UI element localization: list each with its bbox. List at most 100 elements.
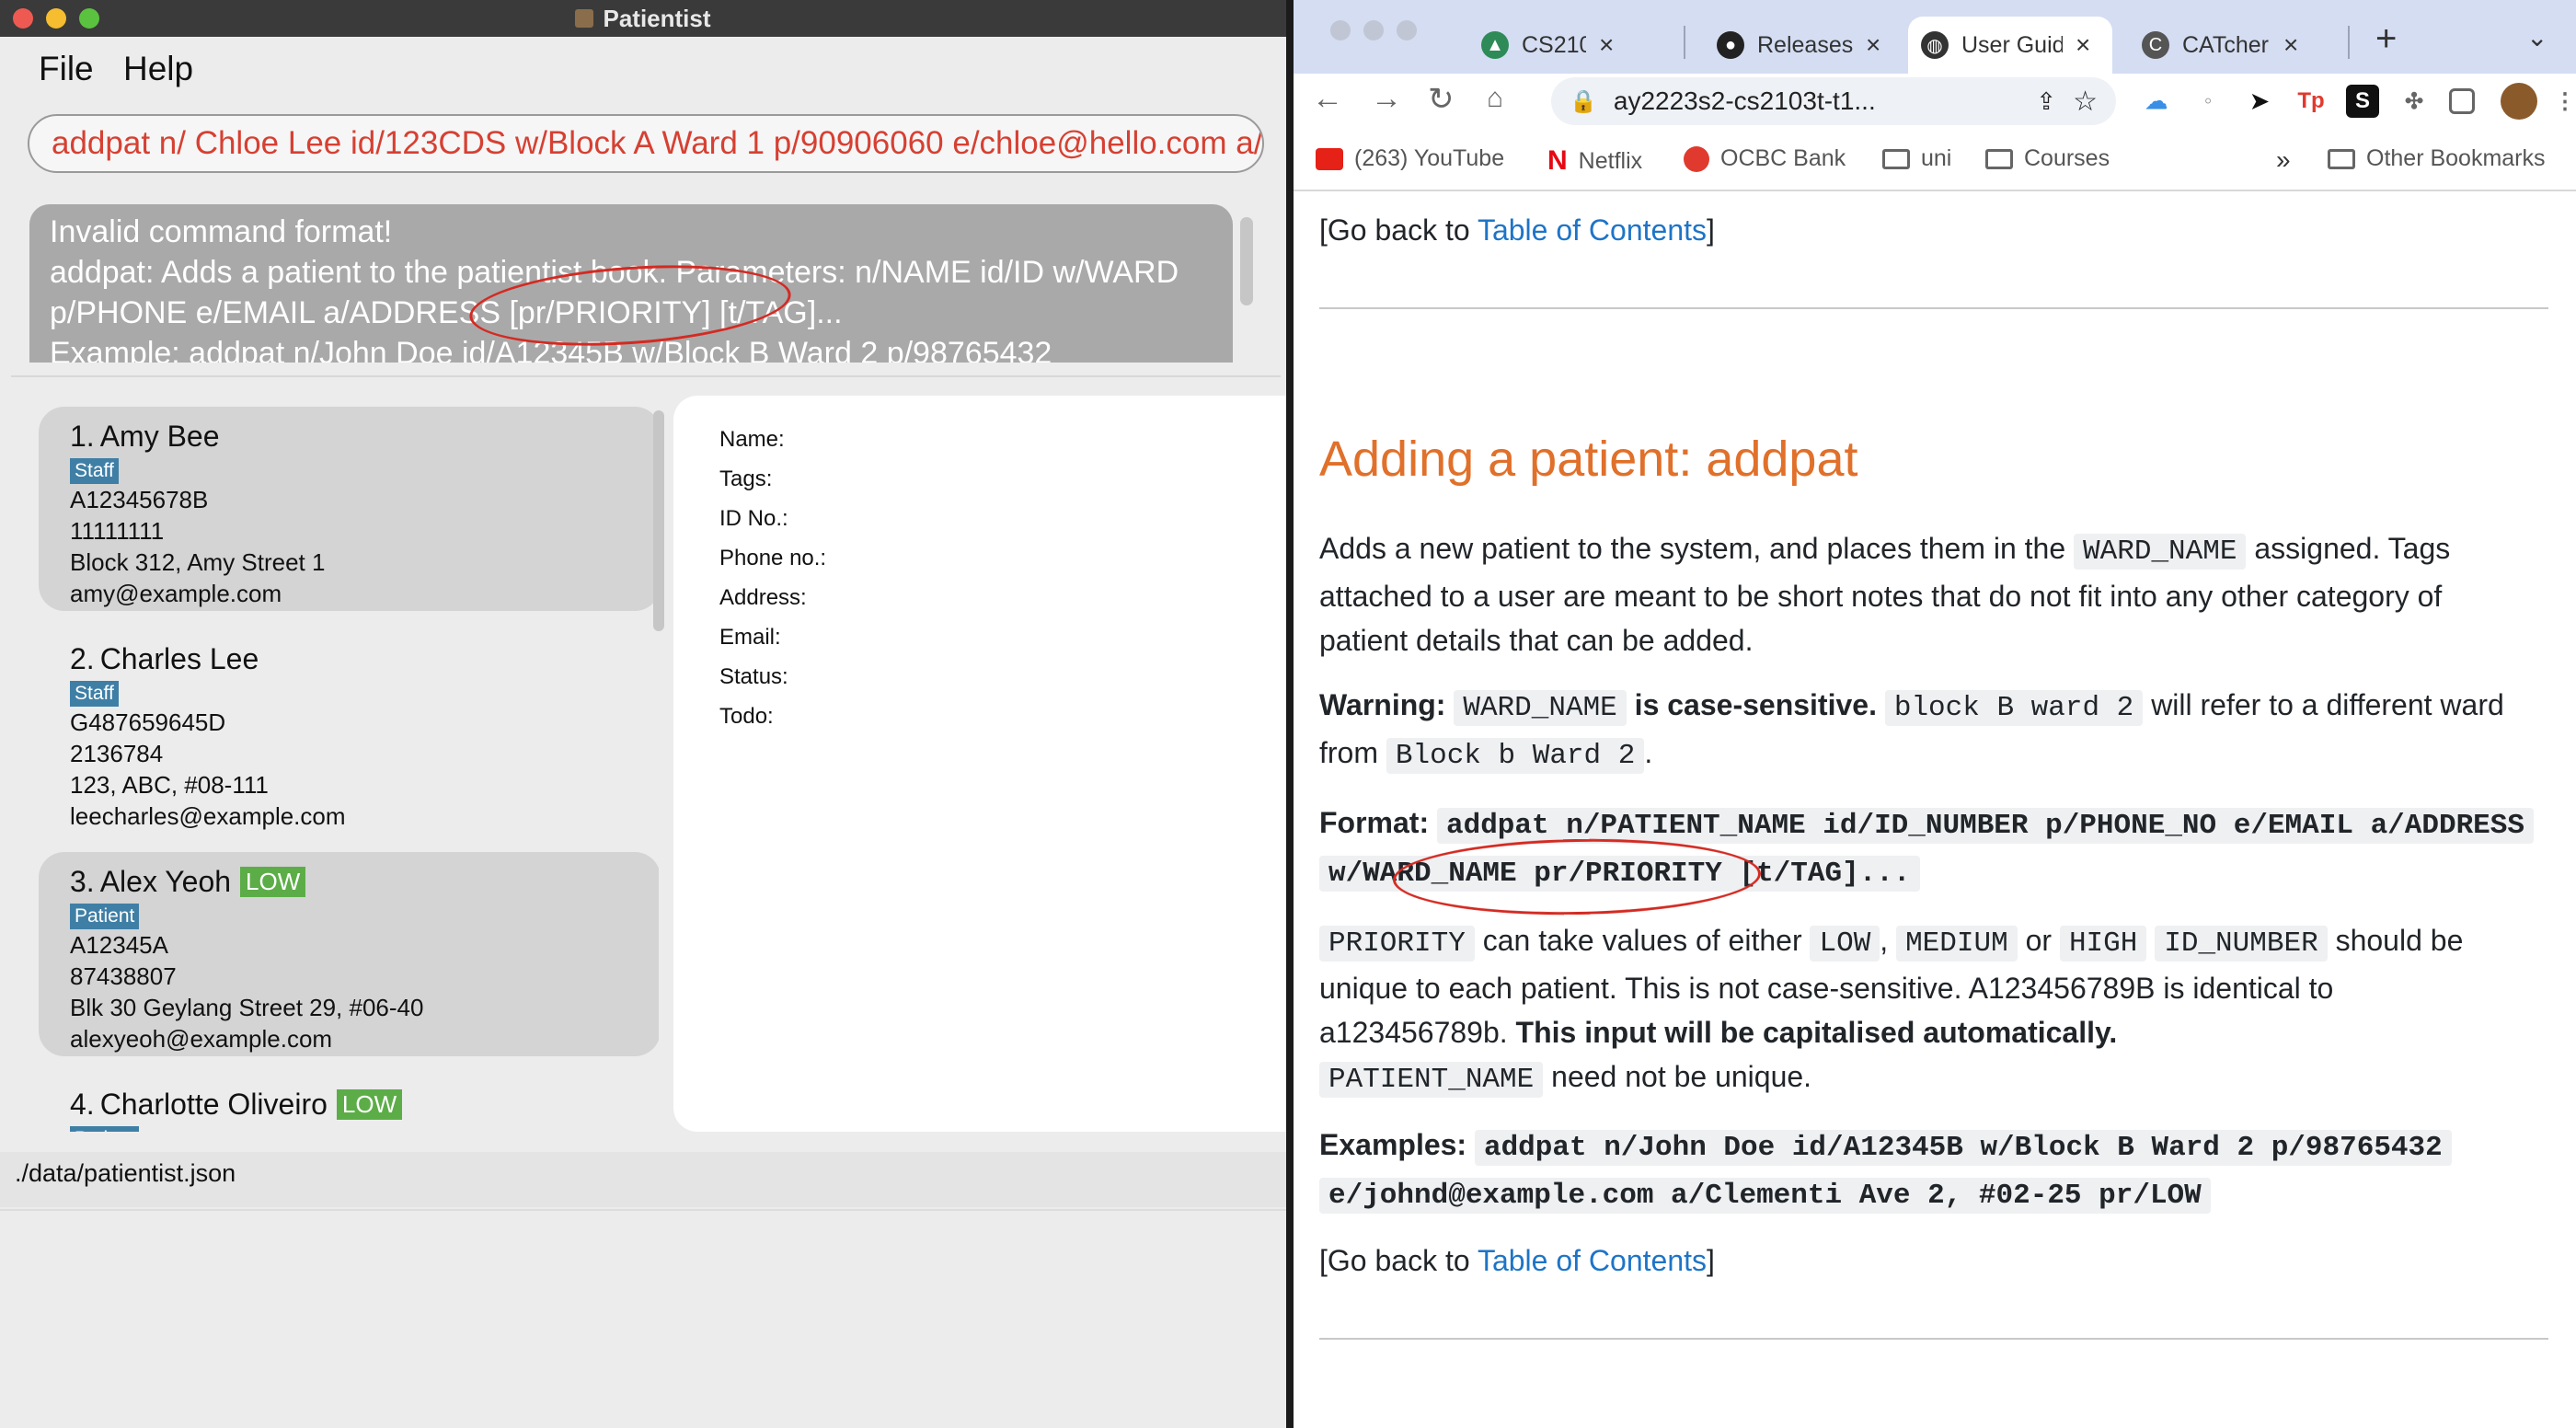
- detail-status-label: Status:: [719, 664, 788, 689]
- horizontal-rule: [1319, 1338, 2548, 1340]
- close-icon[interactable]: ×: [1599, 30, 1614, 60]
- cursor-extension-icon[interactable]: ➤: [2243, 85, 2276, 118]
- bookmarks-bar: (263) YouTube N Netflix OCBC Bank uni Co…: [1294, 131, 2576, 191]
- tab-releases[interactable]: ● Releases ×: [1704, 17, 1893, 74]
- share-icon[interactable]: ⇪: [2036, 87, 2056, 116]
- person-index: 2.: [70, 641, 95, 675]
- globe-icon: ◍: [1921, 31, 1949, 59]
- tab-strip: ▲ CS2103/T × ● Releases × ◍ User Guid × …: [1294, 0, 2576, 74]
- menu-bar: File Help: [0, 37, 1286, 94]
- tab-label: CATcher: [2182, 31, 2270, 58]
- home-icon[interactable]: ⌂: [1487, 83, 1503, 114]
- tab-catcher[interactable]: C CATcher ×: [2129, 17, 2311, 74]
- person-email: leecharles@example.com: [70, 802, 346, 830]
- person-id: G487659645D: [70, 708, 226, 736]
- back-icon[interactable]: ←: [1312, 81, 1343, 117]
- person-card[interactable]: 1. Amy Bee Staff A12345678B 11111111 Blo…: [39, 407, 659, 611]
- reload-icon[interactable]: ↻: [1428, 81, 1455, 118]
- bookmark-netflix[interactable]: N Netflix: [1547, 145, 1642, 177]
- detail-todo-label: Todo:: [719, 704, 774, 729]
- detail-email-label: Email:: [719, 625, 781, 650]
- address-bar[interactable]: 🔒 ay2223s2-cs2103t-t1... ⇪ ☆: [1551, 77, 2116, 125]
- more-menu-icon[interactable]: ⋮: [2548, 85, 2576, 118]
- priority-badge: LOW: [336, 1088, 403, 1120]
- result-line: Invalid command format!: [50, 214, 393, 249]
- s-extension-icon[interactable]: S: [2346, 85, 2379, 118]
- divider: [0, 1209, 1286, 1211]
- priority-badge: LOW: [240, 866, 306, 897]
- tab-label: CS2103/T: [1522, 31, 1586, 58]
- close-window-button[interactable]: [1330, 20, 1351, 40]
- person-id: A12345678B: [70, 486, 209, 513]
- person-card[interactable]: 4. Charlotte Oliveiro LOW Patient: [39, 1075, 659, 1132]
- lock-icon: 🔒: [1570, 88, 1597, 114]
- person-phone: 2136784: [70, 740, 164, 767]
- bookmark-ocbc[interactable]: OCBC Bank: [1684, 145, 1846, 172]
- close-icon[interactable]: ×: [2076, 30, 2090, 60]
- zoom-window-button[interactable]: [1397, 20, 1417, 40]
- puzzle-icon[interactable]: ✣: [2398, 85, 2431, 118]
- bookmark-label: Courses: [2024, 145, 2110, 171]
- netflix-icon: N: [1547, 145, 1568, 176]
- tab-separator: [1684, 26, 1685, 59]
- menu-help[interactable]: Help: [123, 50, 193, 88]
- bookmark-label: Other Bookmarks: [2366, 145, 2546, 171]
- star-icon[interactable]: ☆: [2073, 86, 2098, 118]
- examples-paragraph: Examples: addpat n/John Doe id/A12345B w…: [1319, 1123, 2452, 1218]
- avatar[interactable]: [2501, 83, 2537, 120]
- github-icon: ●: [1717, 31, 1744, 59]
- tab-cs2103[interactable]: ▲ CS2103/T ×: [1468, 17, 1627, 74]
- folder-icon: [1882, 148, 1910, 169]
- person-index: 3.: [70, 864, 95, 898]
- bookmarks-overflow-button[interactable]: »: [2276, 145, 2291, 175]
- other-bookmarks[interactable]: Other Bookmarks: [2328, 145, 2546, 172]
- toc-link[interactable]: Table of Contents: [1478, 1244, 1707, 1277]
- result-scrollbar[interactable]: [1240, 217, 1253, 305]
- tp-extension-icon[interactable]: Tp: [2294, 85, 2328, 118]
- description-paragraph: Adds a new patient to the system, and pl…: [1319, 532, 2451, 657]
- command-input[interactable]: addpat n/ Chloe Lee id/123CDS w/Block A …: [28, 114, 1264, 173]
- bookmark-folder-uni[interactable]: uni: [1882, 145, 1951, 172]
- person-card[interactable]: 2. Charles Lee Staff G487659645D 2136784…: [39, 629, 659, 834]
- toc-link[interactable]: Table of Contents: [1478, 213, 1707, 247]
- person-card[interactable]: 3. Alex Yeoh LOW Patient A12345A 8743880…: [39, 852, 659, 1056]
- patientist-window: Patientist File Help addpat n/ Chloe Lee…: [0, 0, 1286, 1428]
- person-address: Block 312, Amy Street 1: [70, 548, 326, 576]
- side-panel-icon[interactable]: [2449, 88, 2475, 114]
- close-icon[interactable]: ×: [2283, 30, 2298, 60]
- patient-detail-panel: Name: Tags: ID No.: Phone no.: Address: …: [673, 396, 1286, 1132]
- detail-name-label: Name:: [719, 427, 785, 452]
- close-icon[interactable]: ×: [1866, 30, 1880, 60]
- menu-file[interactable]: File: [39, 50, 94, 88]
- bookmark-label: OCBC Bank: [1720, 145, 1846, 171]
- bookmark-youtube[interactable]: (263) YouTube: [1316, 145, 1504, 172]
- folder-icon: [1985, 148, 2013, 169]
- youtube-icon: [1316, 147, 1343, 170]
- command-text: addpat n/ Chloe Lee id/123CDS w/Block A …: [52, 125, 1264, 161]
- person-name: Amy Bee: [99, 419, 220, 453]
- detail-tags-label: Tags:: [719, 466, 773, 491]
- person-index: 1.: [70, 419, 95, 453]
- bookmark-label: Netflix: [1578, 147, 1643, 174]
- cloud-extension-icon[interactable]: ☁: [2140, 85, 2173, 118]
- role-tag: Staff: [70, 681, 119, 707]
- chevron-down-icon[interactable]: ⌄: [2526, 22, 2547, 52]
- person-name: Charlotte Oliveiro: [99, 1087, 328, 1121]
- graduation-cap-icon: ▲: [1481, 31, 1509, 59]
- tab-user-guide[interactable]: ◍ User Guid ×: [1908, 17, 2112, 74]
- role-tag: Patient: [70, 1126, 140, 1132]
- forward-icon[interactable]: →: [1371, 81, 1402, 117]
- role-tag: Staff: [70, 458, 119, 484]
- person-email: amy@example.com: [70, 580, 282, 607]
- detail-id-label: ID No.:: [719, 506, 788, 531]
- tab-label: User Guid: [1961, 31, 2063, 58]
- window-divider: [1286, 0, 1294, 1428]
- list-scrollbar[interactable]: [653, 410, 664, 631]
- url-text: ay2223s2-cs2103t-t1...: [1613, 86, 1876, 115]
- detail-address-label: Address:: [719, 585, 807, 610]
- bookmark-folder-courses[interactable]: Courses: [1985, 145, 2110, 172]
- new-tab-button[interactable]: +: [2375, 18, 2397, 60]
- bookmark-label: uni: [1921, 145, 1952, 171]
- extension-icon[interactable]: ◦: [2191, 85, 2225, 118]
- minimize-window-button[interactable]: [1363, 20, 1384, 40]
